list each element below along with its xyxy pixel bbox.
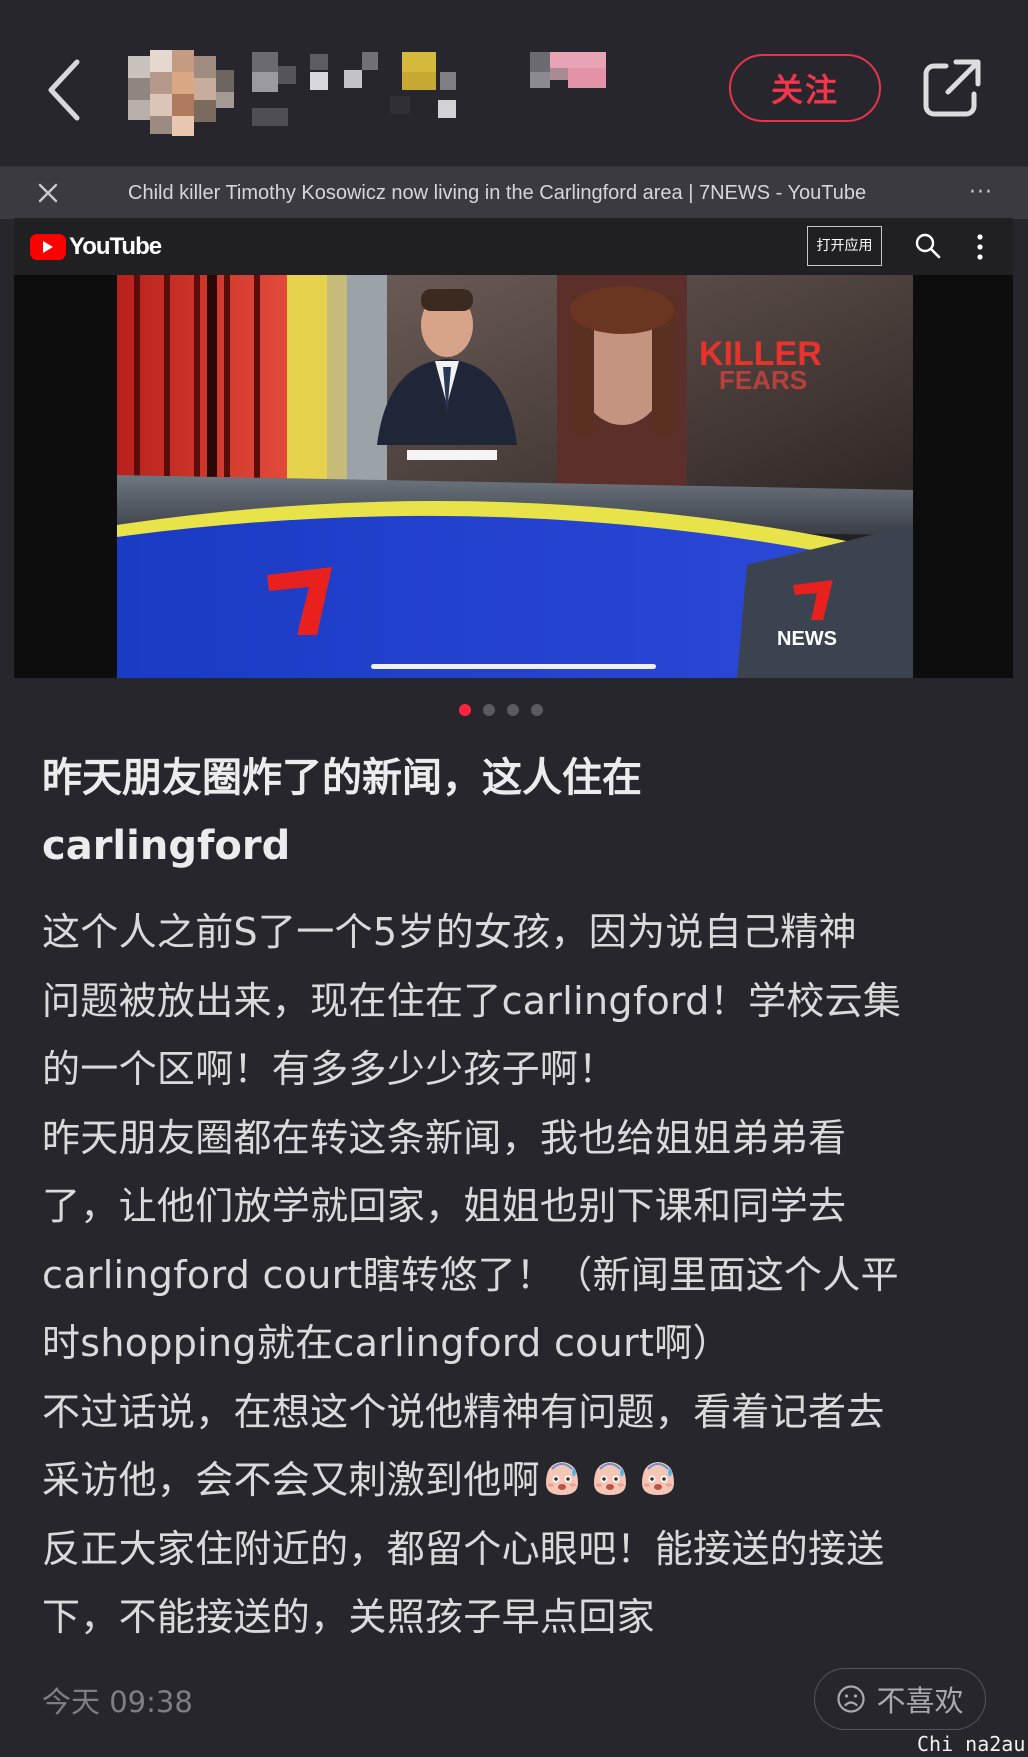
avatar[interactable] <box>128 50 238 136</box>
post-body-line: 采访他，会不会又刺激到他啊 <box>42 1458 540 1502</box>
open-app-button[interactable]: 打开应用 <box>807 226 882 266</box>
post-body-line: 昨天朋友圈都在转这条新闻，我也给姐姐弟弟看 <box>42 1115 847 1160</box>
post-body-line: 反正大家住附近的，都留个心眼吧！能接送的接送 <box>42 1526 885 1571</box>
sweat-face-emoji <box>641 1462 674 1495</box>
share-button[interactable] <box>920 56 984 120</box>
post-body-line-with-emoji: 采访他，会不会又刺激到他啊 <box>42 1446 997 1515</box>
youtube-brand: YouTube <box>69 233 162 260</box>
sweat-face-emoji <box>593 1462 626 1495</box>
watermark: Chi na2au <box>917 1732 1026 1756</box>
post-body-line: carlingford court瞎转悠了！（新闻里面这个人平 <box>42 1252 899 1297</box>
post-body-line: 下，不能接送的，关照孩子早点回家 <box>42 1595 655 1639</box>
unhappy-face-icon <box>837 1685 866 1713</box>
post-body: 这个人之前S了一个5岁的女孩，因为说自己精神 问题被放出来，现在住在了carli… <box>42 898 997 1652</box>
youtube-logo[interactable]: YouTube <box>30 232 162 262</box>
video-thumbnail[interactable]: KILLER FEARS NEWS <box>117 275 913 678</box>
close-icon[interactable] <box>34 179 62 207</box>
youtube-top-bar: YouTube 打开应用 <box>14 218 1013 275</box>
carousel-dot <box>482 704 495 716</box>
post-body-line: 问题被放出来，现在住在了carlingford！学校云集 <box>42 978 902 1023</box>
carousel-dot <box>530 704 543 716</box>
channel-logo-text: NEWS <box>777 628 837 650</box>
emoji-group <box>540 1458 684 1502</box>
link-preview-bar[interactable]: Child killer Timothy Kosowicz now living… <box>0 166 1028 219</box>
youtube-play-icon <box>30 234 66 260</box>
sweat-face-emoji <box>545 1462 578 1495</box>
post-body-line: 时shopping就在carlingford court啊） <box>42 1321 731 1365</box>
follow-button[interactable]: 关注 <box>729 54 881 122</box>
video-progress-bar[interactable] <box>371 664 656 669</box>
carousel-dot <box>506 704 519 716</box>
kebab-menu-icon[interactable] <box>972 232 988 262</box>
dislike-button[interactable]: 不喜欢 <box>814 1668 986 1730</box>
chevron-left-icon <box>48 59 80 121</box>
link-title[interactable]: Child killer Timothy Kosowicz now living… <box>128 177 903 209</box>
youtube-embed[interactable]: YouTube 打开应用 KILLER FEARS NEWS <box>14 218 1013 678</box>
post-body-line: 不过话说，在想这个说他精神有问题，看着记者去 <box>42 1389 885 1434</box>
username-blurred <box>252 52 632 132</box>
dislike-label: 不喜欢 <box>876 1684 964 1718</box>
post-title-line: 昨天朋友圈炸了的新闻，这人住在 <box>42 755 642 801</box>
post-body-line: 的一个区啊！有多多少少孩子啊！ <box>42 1047 617 1091</box>
post-body-line: 了，让他们放学就回家，姐姐也别下课和同学去 <box>42 1184 847 1228</box>
post-title: 昨天朋友圈炸了的新闻，这人住在 carlingford <box>42 744 992 880</box>
more-options-icon[interactable]: ··· <box>966 179 996 207</box>
carousel-dot <box>458 704 471 716</box>
top-nav-bar: 关注 <box>0 0 1028 166</box>
video-fears-text: FEARS <box>719 365 807 395</box>
post-body-line: 这个人之前S了一个5岁的女孩，因为说自己精神 <box>42 910 857 954</box>
back-button[interactable] <box>40 50 90 130</box>
share-icon <box>923 59 981 117</box>
carousel-indicator <box>0 704 1028 720</box>
post-title-line: carlingford <box>42 823 291 869</box>
post-timestamp: 今天 09:38 <box>42 1685 193 1719</box>
search-icon[interactable] <box>914 232 942 260</box>
